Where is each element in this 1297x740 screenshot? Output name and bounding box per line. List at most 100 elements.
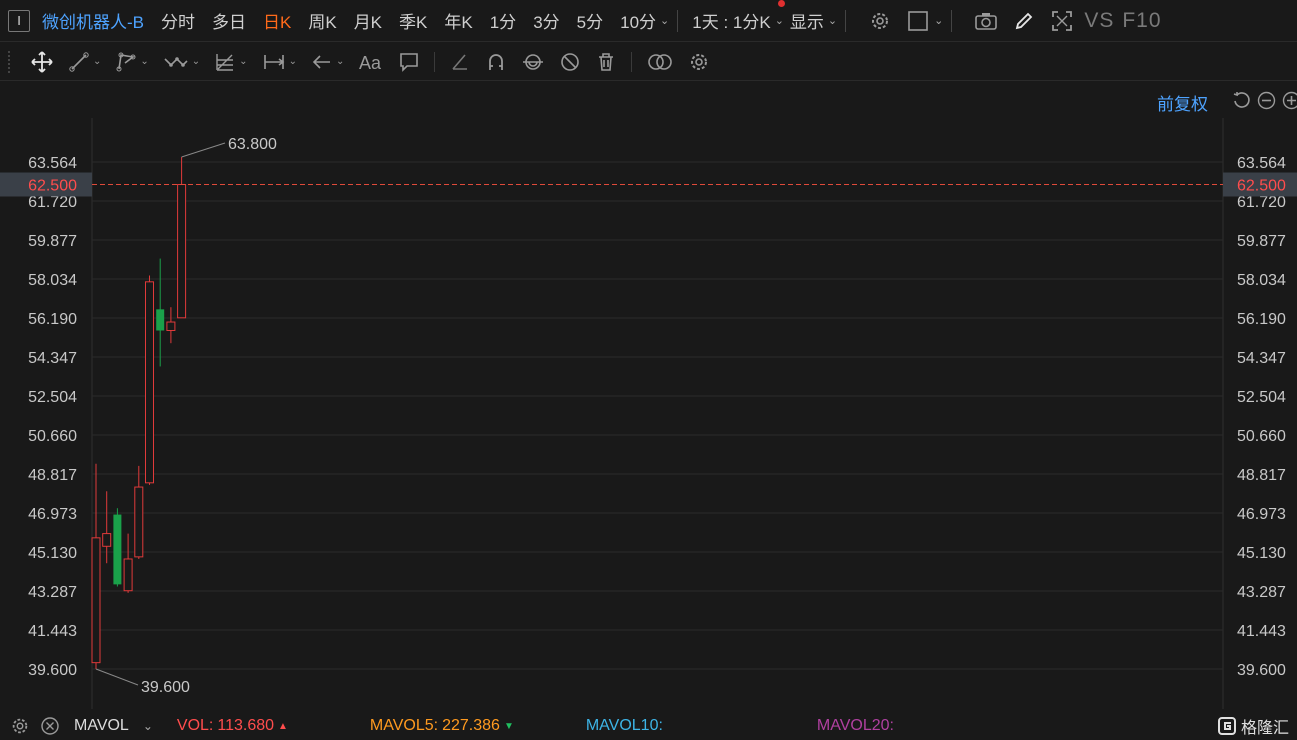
trend-line-icon <box>69 51 89 72</box>
mavol20-label: MAVOL20: <box>816 717 894 734</box>
candle-body <box>177 184 187 319</box>
period-tab-1min[interactable]: 1分 <box>490 8 516 33</box>
lock-drawing-tool[interactable] <box>521 48 545 76</box>
mavol5-label: MAVOL5: <box>369 717 439 734</box>
period-tab-daily[interactable]: 日K <box>263 8 291 33</box>
indicator-chevron-icon[interactable]: ⌄ <box>143 719 153 733</box>
layout-square-icon[interactable] <box>906 9 930 33</box>
interval-chevron-icon[interactable]: ⌄ <box>775 14 784 27</box>
f10-button[interactable]: F10 <box>1122 9 1161 33</box>
gear-icon[interactable] <box>868 9 892 33</box>
y-tick-label-right: 56.190 <box>1237 311 1286 328</box>
period-tab-multiday[interactable]: 多日 <box>212 8 246 33</box>
hide-drawing-tool[interactable] <box>559 48 581 76</box>
y-tick-label-left: 45.130 <box>28 545 77 562</box>
period-tab-yearly[interactable]: 年K <box>444 8 472 33</box>
more-periods-chevron-icon[interactable]: ⌄ <box>660 14 669 27</box>
y-tick-label-left: 59.877 <box>28 233 77 250</box>
arrow-tool[interactable]: ⌄ <box>311 48 344 76</box>
y-tick-label-left: 52.504 <box>28 389 77 406</box>
current-price-tag-right: 62.500 <box>1237 178 1286 195</box>
camera-icon[interactable] <box>974 9 998 33</box>
fullscreen-icon[interactable] <box>1050 9 1074 33</box>
fib-tool[interactable]: ⌄ <box>214 48 248 76</box>
mavol10-label: MAVOL10: <box>585 717 663 734</box>
divider <box>631 51 633 72</box>
line-tool-chevron-icon: ⌄ <box>93 56 102 67</box>
close-icon[interactable] <box>40 716 60 736</box>
y-tick-label-right: 46.973 <box>1237 506 1286 523</box>
period-tab-weekly[interactable]: 周K <box>308 8 336 33</box>
text-tool[interactable]: Aa <box>358 48 384 76</box>
y-tick-label-right: 48.817 <box>1237 467 1286 484</box>
candle-body <box>134 486 144 558</box>
y-tick-label-right: 52.504 <box>1237 389 1286 406</box>
y-tick-label-left: 63.564 <box>28 155 77 172</box>
note-tool[interactable] <box>398 48 420 76</box>
candle-body <box>123 558 133 592</box>
y-tick-label-left: 54.347 <box>28 350 77 367</box>
period-tab-3min[interactable]: 3分 <box>533 8 559 33</box>
divider <box>951 9 953 32</box>
display-chevron-icon[interactable]: ⌄ <box>828 14 837 27</box>
select-glyph: I <box>17 13 21 28</box>
period-tab-monthly[interactable]: 月K <box>354 8 382 33</box>
polyline-tool[interactable]: ⌄ <box>115 48 149 76</box>
magnet-tool[interactable] <box>485 48 507 76</box>
eraser-line-icon <box>452 53 468 70</box>
display-menu[interactable]: 显示 <box>790 8 824 33</box>
trash-icon <box>599 52 614 71</box>
y-tick-label-right: 61.720 <box>1237 194 1286 211</box>
y-tick-label-right: 39.600 <box>1237 662 1286 679</box>
y-tick-label-left: 58.034 <box>28 272 77 289</box>
period-tab-fenshi[interactable]: 分时 <box>161 8 195 33</box>
y-tick-label-right: 50.660 <box>1237 428 1286 445</box>
y-tick-label-right: 58.034 <box>1237 272 1286 289</box>
toolbar-grip[interactable] <box>8 50 16 73</box>
logo-mark-icon <box>1217 717 1236 735</box>
gear-icon[interactable] <box>10 716 30 736</box>
low-marker-line <box>95 668 139 686</box>
mavol5-value: 227.386 <box>442 717 500 734</box>
speech-bubble-icon <box>400 52 419 72</box>
y-tick-label-right: 54.347 <box>1237 350 1286 367</box>
eye-off-icon <box>561 52 580 71</box>
top-toolbar: I 微创机器人-B 分时 多日 日K 周K 月K 季K 年K 1分 3分 5分 … <box>0 0 1297 42</box>
right-price-axis: 63.564 61.720 59.877 58.034 56.190 54.347 52.5… <box>1237 155 1286 679</box>
text-aa-icon: Aa <box>359 53 382 73</box>
y-tick-label-left: 41.443 <box>28 623 77 640</box>
range-tool[interactable]: ⌄ <box>262 48 297 76</box>
move-arrows-icon <box>31 50 53 73</box>
layout-chevron-icon[interactable]: ⌄ <box>934 14 943 27</box>
magnet-icon <box>489 53 504 70</box>
lock-chain-icon <box>523 53 544 70</box>
arrow-left-icon <box>312 54 330 69</box>
drawing-settings-tool[interactable] <box>688 48 710 76</box>
period-tab-5min[interactable]: 5分 <box>577 8 603 33</box>
candlestick-chart[interactable]: 63.564 61.720 59.877 58.034 56.190 54.347 52.5… <box>0 82 1297 710</box>
y-tick-label-right: 63.564 <box>1237 155 1286 172</box>
interval-combo[interactable]: 1天 : 1分K <box>692 0 786 33</box>
compare-tool[interactable] <box>646 48 674 76</box>
indicator-name[interactable]: MAVOL <box>74 717 129 735</box>
vs-compare-button[interactable]: VS <box>1084 9 1114 33</box>
move-tool[interactable] <box>30 48 54 76</box>
eraser-tool[interactable] <box>449 48 471 76</box>
brand-logo: 格隆汇 <box>1217 714 1289 738</box>
stock-select-box[interactable]: I <box>8 9 30 32</box>
interval-combo-label: 1天 : 1分K <box>692 13 771 32</box>
fib-tool-chevron-icon: ⌄ <box>239 56 248 67</box>
period-tab-10min[interactable]: 10分 <box>620 8 656 33</box>
pencil-icon[interactable] <box>1012 9 1036 33</box>
delete-drawing-tool[interactable] <box>595 48 617 76</box>
line-tool[interactable]: ⌄ <box>68 48 101 76</box>
fibonacci-icon <box>216 53 234 71</box>
vol-label: VOL: <box>176 717 214 734</box>
range-measure-icon <box>263 54 284 69</box>
low-price-label: 39.600 <box>141 679 190 696</box>
wave-tool-chevron-icon: ⌄ <box>191 56 201 67</box>
wave-tool[interactable]: ⌄ <box>163 48 200 76</box>
notification-dot <box>778 0 786 7</box>
stock-name[interactable]: 微创机器人-B <box>42 8 144 33</box>
period-tab-quarterly[interactable]: 季K <box>399 8 427 33</box>
